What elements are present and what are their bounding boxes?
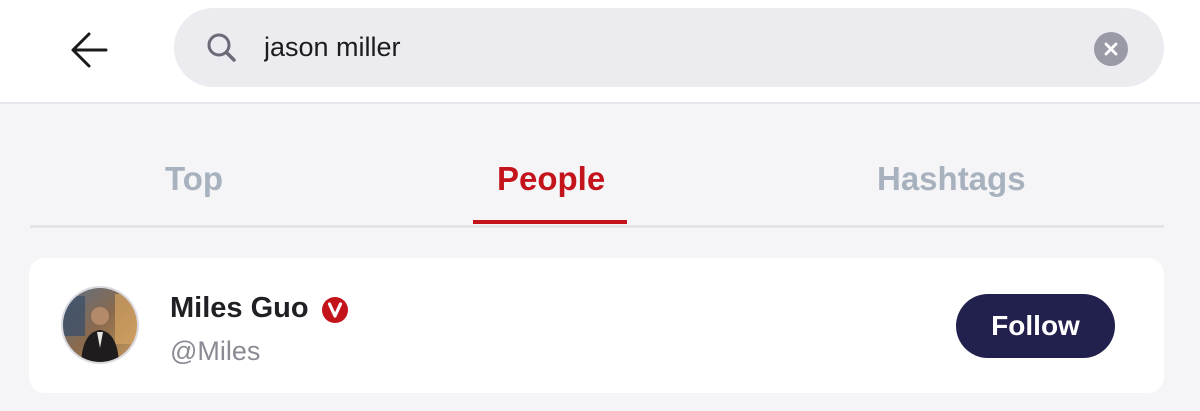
user-result-card[interactable]: Miles Guo @Miles Follow <box>29 258 1164 393</box>
back-button[interactable] <box>62 22 118 78</box>
search-tabs: Top People Hashtags <box>30 150 1164 228</box>
avatar[interactable] <box>61 286 139 364</box>
search-icon <box>207 33 236 62</box>
search-input[interactable] <box>264 22 1064 72</box>
user-handle: @Miles <box>170 336 261 366</box>
follow-button[interactable]: Follow <box>956 294 1115 358</box>
search-header <box>0 0 1200 104</box>
avatar-photo <box>63 288 137 362</box>
search-bar[interactable] <box>174 8 1164 87</box>
tab-hashtags[interactable]: Hashtags <box>877 160 1026 206</box>
verified-v-badge-icon <box>322 297 348 323</box>
close-icon <box>1104 42 1118 56</box>
arrow-left-icon <box>71 32 108 68</box>
active-tab-indicator <box>473 220 627 224</box>
tab-top[interactable]: Top <box>165 160 223 206</box>
tab-people[interactable]: People <box>497 160 605 206</box>
user-name[interactable]: Miles Guo <box>170 292 309 325</box>
clear-search-button[interactable] <box>1094 32 1128 66</box>
